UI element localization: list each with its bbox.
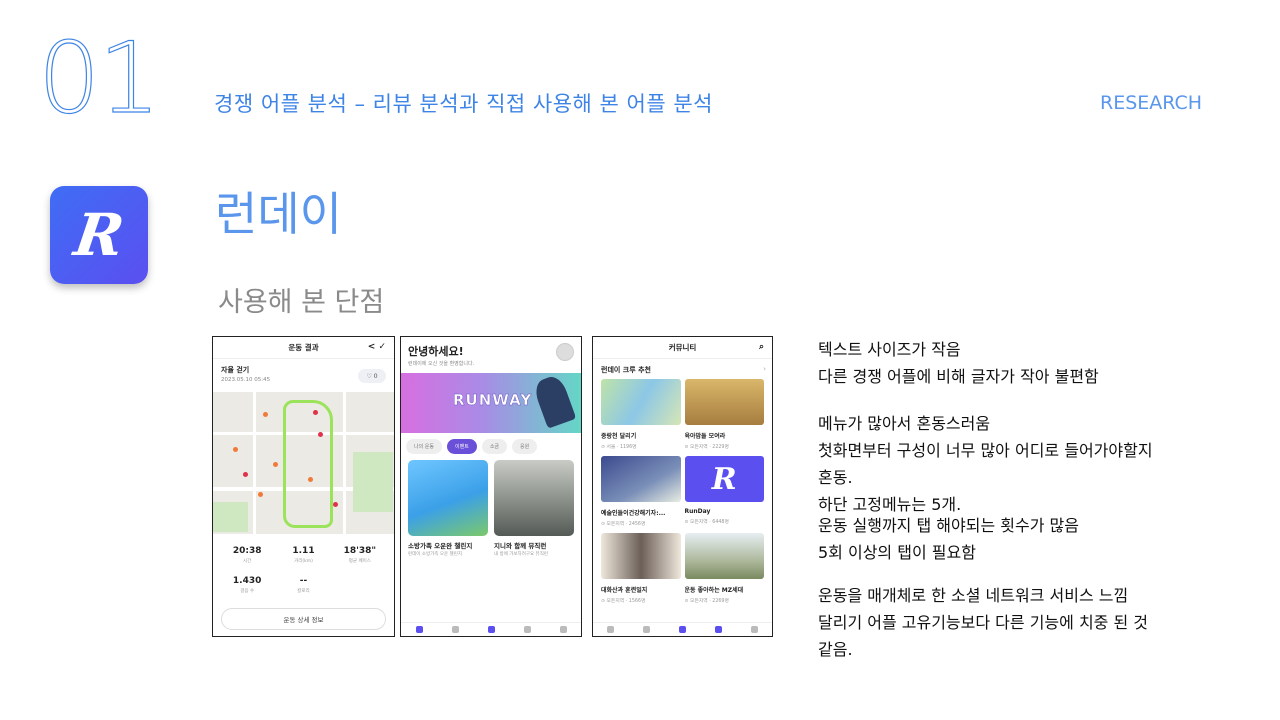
stat-steps: 1.430 걸음 수 <box>232 576 262 594</box>
bottom-nav <box>401 622 581 636</box>
section-subtitle: 사용해 본 단점 <box>218 287 385 318</box>
note-line: 텍스트 사이즈가 작음 <box>818 340 961 359</box>
note-line: 운동 실행까지 탭 해야되는 횟수가 많음 <box>818 516 1079 535</box>
stat-distance: 1.11 거리(km) <box>292 546 315 564</box>
note-line: 달리기 어플 고유기능보다 다른 기능에 치중 된 것 <box>818 613 1149 632</box>
workout-result-header: 운동 결과 < ✓ <box>213 337 394 359</box>
crew-grid: 중랑천 달리기 ⊙ 서울 · 1196명 육아맘들 모여라 ⊙ 모든지역 · 2… <box>593 379 772 604</box>
chip-salt[interactable]: 소금 <box>481 439 508 454</box>
search-icon[interactable]: ⌕ <box>759 342 764 352</box>
stat-time: 20:38 시간 <box>232 546 262 564</box>
note-line: 같음. <box>818 640 853 659</box>
event-card[interactable]: 소방가족 오운완 챌린지 런데이 소방가족 오운 챌린지 <box>408 460 488 557</box>
stat-calories: -- 칼로리 <box>297 576 310 594</box>
event-cards: 소방가족 오운완 챌린지 런데이 소방가족 오운 챌린지 지니와 함께 뮤직런 … <box>401 460 581 557</box>
greeting-title: 안녕하세요! <box>408 345 464 358</box>
screenshot-workout-result: 운동 결과 < ✓ 자율 걷기 2023.05.10 05:45 ♡ 0 20:… <box>212 336 395 637</box>
app-name: 런데이 <box>215 187 342 241</box>
chip-my-workout[interactable]: 나의 운동 <box>406 439 442 454</box>
workout-stats: 20:38 시간 1.11 거리(km) 18'38" 평균 페이스 1.430 걸음 … <box>213 534 394 594</box>
greeting-subtitle: 런데이에 오신 것을 환영합니다. <box>408 361 475 367</box>
crew-section-title: 런데이 크루 추천 › <box>601 365 766 374</box>
note-line: 혼동. <box>818 468 853 487</box>
route-line <box>283 400 333 528</box>
like-count: 0 <box>373 372 378 380</box>
nav-trophy-icon[interactable] <box>559 626 567 633</box>
stat-pace: 18'38" 평균 페이스 <box>343 546 377 564</box>
runner-figure <box>531 373 577 429</box>
nav-community-icon[interactable] <box>523 626 531 633</box>
category-chips: 나의 운동 이벤트 소금 응원 <box>401 433 581 460</box>
greeting-header: 안녕하세요! 런데이에 오신 것을 환영합니다. <box>401 337 581 373</box>
drawback-notes: 텍스트 사이즈가 작음 다른 경쟁 어플에 비해 글자가 작아 불편함 메뉴가 … <box>818 336 1238 663</box>
route-map <box>213 392 394 534</box>
avatar[interactable] <box>556 343 574 361</box>
workout-detail-button[interactable]: 운동 상세 정보 <box>221 608 386 630</box>
app-icon-letter: R <box>70 201 128 269</box>
nav-calendar-icon[interactable] <box>451 626 459 633</box>
workout-result-title: 운동 결과 <box>288 343 319 352</box>
note-line: 메뉴가 많아서 혼동스러움 <box>818 414 991 433</box>
like-badge: ♡ 0 <box>358 369 386 383</box>
slide-number: 01 <box>37 22 161 136</box>
note-line: 운동을 매개체로 한 소셜 네트워크 서비스 느낌 <box>818 586 1129 605</box>
crew-card[interactable]: 대화산과 훈련일지 ⊙ 모든지역 · 1566명 <box>601 533 681 604</box>
nav-home-icon[interactable] <box>607 626 615 633</box>
note-line: 첫화면부터 구성이 너무 많아 어디로 들어가야할지 <box>818 441 1153 460</box>
screenshot-community: 커뮤니티 ⌕ 런데이 크루 추천 › 중랑천 달리기 ⊙ 서울 · 1196명 … <box>592 336 773 637</box>
crew-card[interactable]: 운동 좋아하는 MZ세대 ⊙ 모든지역 · 2269명 <box>684 533 764 604</box>
nav-home-icon[interactable] <box>415 626 423 633</box>
banner-text: RUNWAY <box>453 391 533 409</box>
crew-card[interactable]: 육아맘들 모여라 ⊙ 모든지역 · 2229명 <box>684 379 764 450</box>
crew-card[interactable]: 예술인들이건강해기자:... ⊙ 모든지역 · 2456명 <box>601 456 681 527</box>
nav-add-icon[interactable] <box>678 626 686 633</box>
community-header: 커뮤니티 ⌕ <box>593 337 772 359</box>
runday-app-icon: R <box>50 186 148 284</box>
note-line: 다른 경쟁 어플에 비해 글자가 작아 불편함 <box>818 367 1099 386</box>
chip-cheer[interactable]: 응원 <box>512 439 538 454</box>
event-banner[interactable]: RUNWAY <box>401 373 581 433</box>
category-label: RESEARCH <box>1100 92 1203 114</box>
chevron-right-icon[interactable]: › <box>763 365 766 373</box>
share-check-icons: < ✓ <box>367 342 386 352</box>
run-meta: 자율 걷기 2023.05.10 05:45 ♡ 0 <box>213 359 394 392</box>
chip-event[interactable]: 이벤트 <box>447 439 477 454</box>
slide-title: 경쟁 어플 분석 – 리뷰 분석과 직접 사용해 본 어플 분석 <box>214 92 713 116</box>
screenshot-home: 안녕하세요! 런데이에 오신 것을 환영합니다. RUNWAY 나의 운동 이벤… <box>400 336 582 637</box>
bottom-nav <box>593 622 772 636</box>
nav-community-icon[interactable] <box>714 626 722 633</box>
event-card[interactable]: 지니와 함께 뮤직런 내 방에 가보자려구요 뮤직런 <box>494 460 574 557</box>
runday-logo: R <box>684 456 764 502</box>
nav-trophy-icon[interactable] <box>750 626 758 633</box>
nav-calendar-icon[interactable] <box>643 626 651 633</box>
crew-card[interactable]: 중랑천 달리기 ⊙ 서울 · 1196명 <box>601 379 681 450</box>
crew-card[interactable]: R RunDay ⊙ 모든지역 · 6448명 <box>684 456 764 527</box>
community-title: 커뮤니티 <box>668 343 697 352</box>
note-line: 5회 이상의 탭이 필요함 <box>818 543 976 562</box>
nav-add-icon[interactable] <box>487 626 495 633</box>
